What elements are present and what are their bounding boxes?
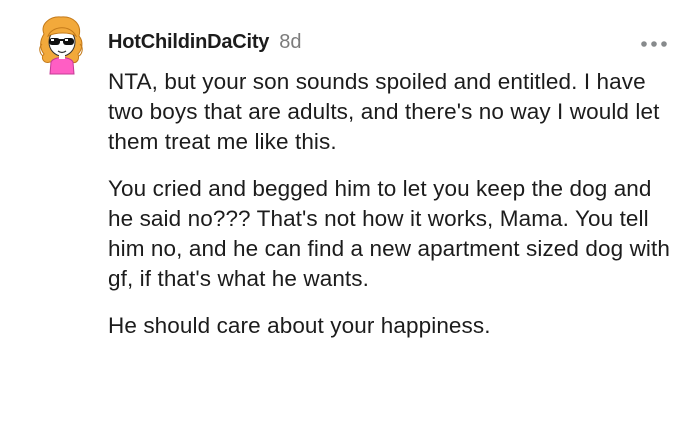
more-options-icon <box>641 41 667 47</box>
comment-body: NTA, but your son sounds spoiled and ent… <box>108 67 678 358</box>
sunglasses-girl-avatar-icon <box>39 16 83 75</box>
username-link[interactable]: HotChildinDaCity <box>108 31 269 54</box>
comment-timestamp: 8d <box>279 31 302 53</box>
comment-header: HotChildinDaCity 8d <box>108 31 301 57</box>
comment-paragraph: He should care about your happiness. <box>108 313 491 338</box>
user-avatar[interactable] <box>34 14 88 76</box>
comment-paragraph: NTA, but your son sounds spoiled and ent… <box>108 69 660 154</box>
more-options-button[interactable] <box>638 36 670 52</box>
comment-paragraph: You cried and begged him to let you keep… <box>108 176 670 291</box>
comment: HotChildinDaCity 8d NTA, but your son so… <box>0 0 700 445</box>
